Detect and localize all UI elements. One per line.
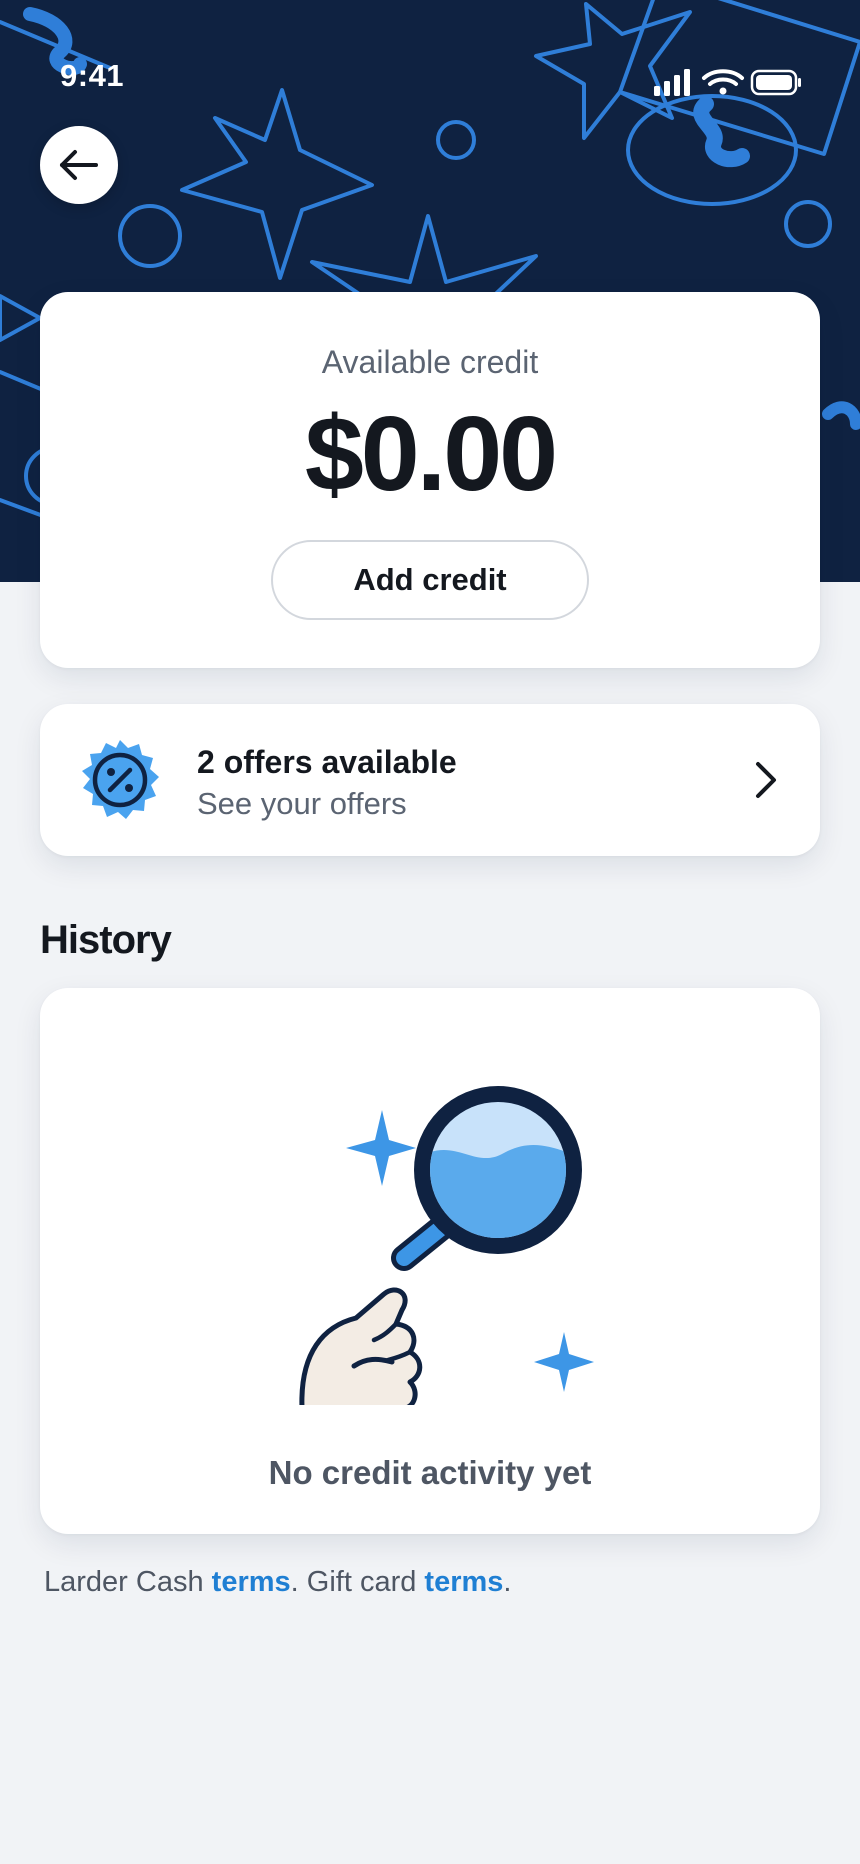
cellular-signal-icon xyxy=(654,69,690,96)
offers-subtitle: See your offers xyxy=(197,786,407,821)
arrow-left-icon xyxy=(60,150,98,180)
terms-text: . Gift card xyxy=(290,1566,425,1598)
wifi-icon xyxy=(702,69,744,95)
history-heading: History xyxy=(40,918,172,962)
status-icons xyxy=(652,68,802,103)
offers-title: 2 offers available xyxy=(197,744,457,780)
status-time: 9:41 xyxy=(60,58,125,93)
add-credit-button[interactable]: Add credit xyxy=(271,540,589,620)
magnifying-glass-hand-icon xyxy=(290,1086,594,1408)
credit-balance: $0.00 xyxy=(304,395,558,513)
status-bar: 9:41 xyxy=(0,0,860,120)
percent-badge-icon xyxy=(82,740,159,819)
terms-footer: Larder Cash terms. Gift card terms. xyxy=(44,1566,511,1599)
larder-cash-terms-link[interactable]: terms xyxy=(212,1566,291,1598)
available-credit-label: Available credit xyxy=(321,344,539,380)
available-credit-card: Available credit $0.00 Add credit xyxy=(40,292,820,668)
terms-text: . xyxy=(503,1566,512,1598)
gift-card-terms-link[interactable]: terms xyxy=(424,1566,503,1598)
offers-row[interactable]: 2 offers available See your offers xyxy=(40,704,820,856)
back-button[interactable] xyxy=(40,126,118,204)
empty-state-message: No credit activity yet xyxy=(268,1454,592,1491)
battery-icon xyxy=(750,69,801,96)
history-card: No credit activity yet xyxy=(40,988,820,1534)
chevron-right-icon xyxy=(756,762,776,798)
terms-text: Larder Cash xyxy=(44,1566,212,1598)
